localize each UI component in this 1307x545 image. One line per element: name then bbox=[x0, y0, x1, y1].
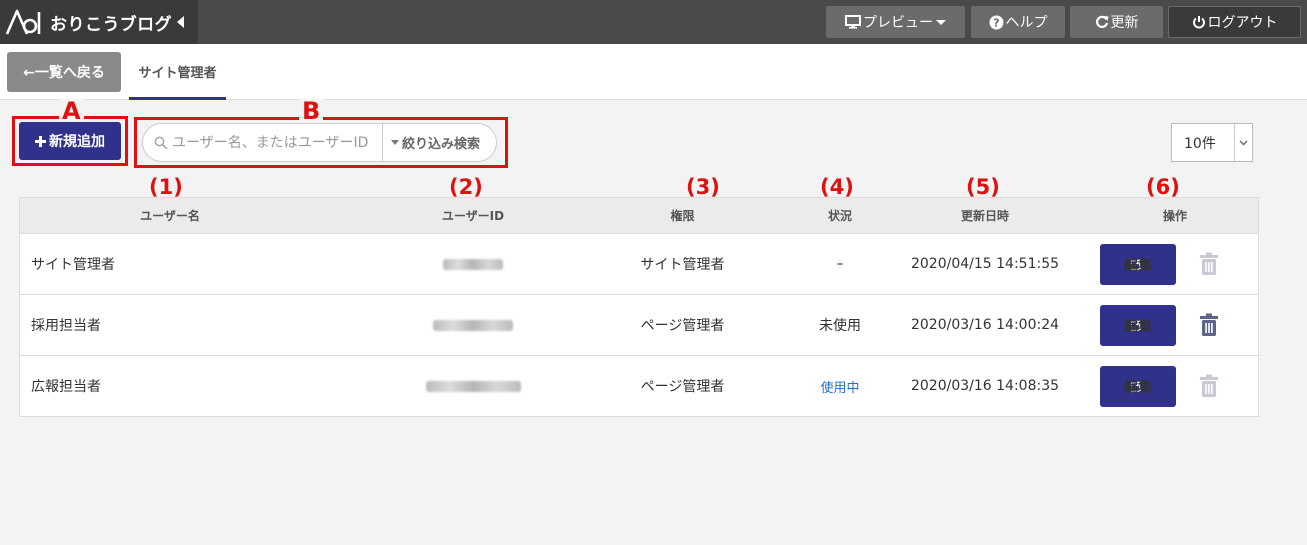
refresh-button[interactable]: 更新 bbox=[1070, 6, 1163, 38]
sub-bar: ←一覧へ戻る サイト管理者 bbox=[0, 44, 1307, 100]
header-updated-at: 更新日時 bbox=[960, 209, 1009, 223]
trash-icon[interactable] bbox=[1198, 295, 1220, 355]
per-page-value: 10件 bbox=[1184, 135, 1216, 152]
annotation-col-6: (6) bbox=[1146, 175, 1180, 199]
monitor-icon bbox=[845, 15, 861, 29]
refresh-label: 更新 bbox=[1110, 15, 1139, 31]
annotation-label-b: B bbox=[299, 99, 324, 123]
cell-updated-at: 2020/03/16 14:08:35 bbox=[910, 378, 1060, 394]
caret-down-icon bbox=[391, 140, 399, 145]
add-new-label: 新規追加 bbox=[49, 134, 105, 150]
chevron-down-icon bbox=[1234, 124, 1252, 161]
annotation-col-1: (1) bbox=[149, 175, 183, 199]
cell-updated-at: 2020/04/15 14:51:55 bbox=[910, 256, 1060, 272]
cell-username: 広報担当者 bbox=[31, 379, 101, 395]
help-button[interactable]: ? ヘルプ bbox=[971, 6, 1065, 38]
table-row: サイト管理者 サイト管理者 – 2020/04/15 14:51:55 編集 bbox=[20, 233, 1258, 294]
logout-button[interactable]: ログアウト bbox=[1168, 6, 1301, 38]
tab-site-admin[interactable]: サイト管理者 bbox=[129, 52, 226, 100]
app-title: おりこうブログ bbox=[50, 14, 173, 35]
header-actions: 操作 bbox=[1162, 209, 1187, 223]
cell-username: サイト管理者 bbox=[31, 257, 115, 273]
annotation-label-a: A bbox=[59, 99, 84, 123]
edit-button[interactable]: 編集 bbox=[1100, 366, 1176, 407]
logout-label: ログアウト bbox=[1207, 15, 1278, 31]
edit-label: 編集 bbox=[1124, 318, 1152, 335]
filter-label: 絞り込み検索 bbox=[402, 137, 481, 152]
top-bar: おりこうブログ プレビュー ? ヘルプ 更新 ログアウト bbox=[0, 0, 1307, 44]
svg-text:?: ? bbox=[993, 16, 999, 29]
power-icon bbox=[1192, 15, 1206, 29]
annotation-col-3: (3) bbox=[686, 175, 720, 199]
table-header: ユーザー名 ユーザーID 権限 状況 更新日時 操作 bbox=[20, 198, 1258, 233]
cell-updated-at: 2020/03/16 14:00:24 bbox=[910, 317, 1060, 333]
chevron-down-icon bbox=[936, 19, 946, 25]
header-username: ユーザー名 bbox=[140, 209, 200, 223]
table-row: 採用担当者 ページ管理者 未使用 2020/03/16 14:00:24 編集 bbox=[20, 294, 1258, 355]
search-input[interactable] bbox=[172, 134, 382, 151]
add-new-button[interactable]: 新規追加 bbox=[19, 122, 121, 160]
help-icon: ? bbox=[989, 15, 1004, 30]
edit-button[interactable]: 編集 bbox=[1100, 305, 1176, 346]
trash-icon bbox=[1198, 356, 1220, 416]
table-row: 広報担当者 ページ管理者 使用中 2020/03/16 14:08:35 編集 bbox=[20, 355, 1258, 416]
edit-label: 編集 bbox=[1124, 379, 1152, 396]
cell-username: 採用担当者 bbox=[31, 318, 101, 334]
per-page-select[interactable]: 10件 bbox=[1171, 123, 1253, 162]
search-box: 絞り込み検索 bbox=[142, 123, 497, 162]
filter-search-toggle[interactable]: 絞り込み検索 bbox=[383, 133, 480, 152]
preview-label: プレビュー bbox=[863, 15, 933, 31]
brand[interactable]: おりこうブログ bbox=[0, 0, 198, 44]
user-table: ユーザー名 ユーザーID 権限 状況 更新日時 操作 サイト管理者 サイト管理者… bbox=[19, 197, 1259, 417]
preview-button[interactable]: プレビュー bbox=[826, 6, 965, 38]
collapse-caret-icon[interactable] bbox=[177, 16, 185, 28]
annotation-col-5: (5) bbox=[966, 175, 1000, 199]
edit-button[interactable]: 編集 bbox=[1100, 244, 1176, 285]
annotation-col-2: (2) bbox=[449, 175, 483, 199]
refresh-icon bbox=[1095, 15, 1109, 29]
edit-label: 編集 bbox=[1124, 257, 1152, 274]
logo-icon bbox=[5, 9, 41, 35]
help-label: ヘルプ bbox=[1005, 15, 1048, 31]
back-to-list-button[interactable]: ←一覧へ戻る bbox=[7, 52, 121, 92]
annotation-col-4: (4) bbox=[820, 175, 854, 199]
plus-icon bbox=[35, 135, 46, 147]
trash-icon bbox=[1198, 234, 1220, 294]
search-icon bbox=[154, 136, 168, 150]
